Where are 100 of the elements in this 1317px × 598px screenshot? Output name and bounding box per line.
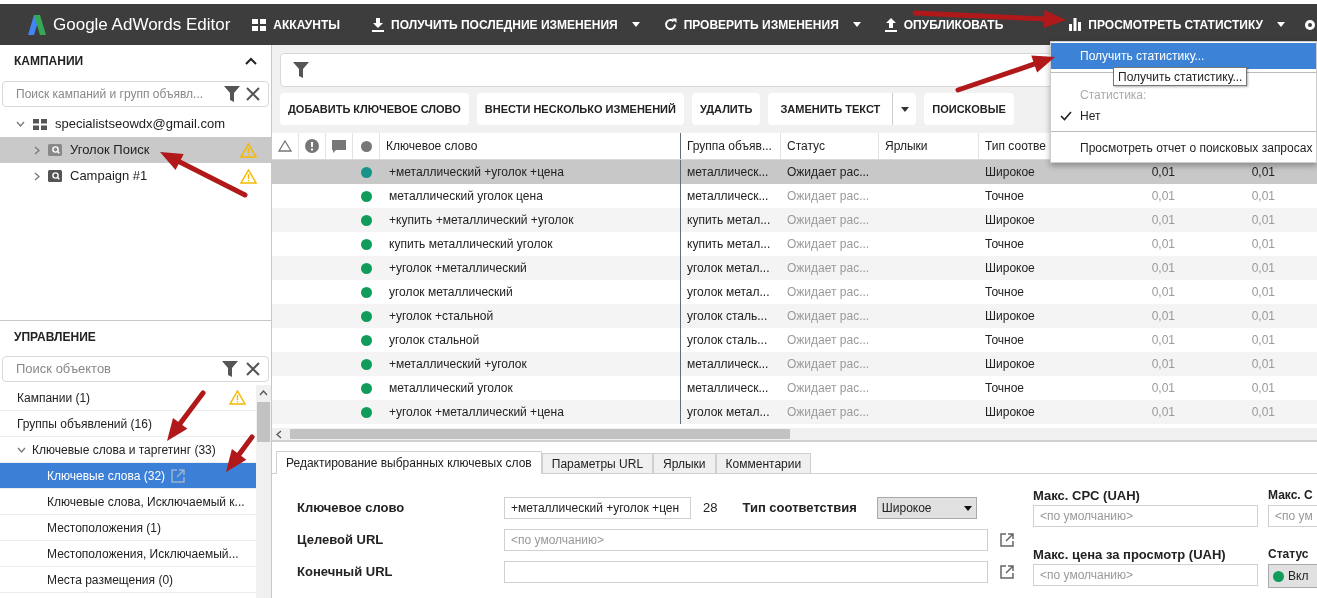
- input-field[interactable]: +металлический +уголок +цен: [504, 497, 691, 519]
- chevron-up-icon[interactable]: [245, 57, 257, 65]
- select-field[interactable]: Широкое: [876, 497, 977, 519]
- toolbar-button[interactable]: ПОЛУЧИТЬ ПОСЛЕДНИЕ ИЗМЕНЕНИЯ: [360, 4, 628, 45]
- chevron-right-icon[interactable]: [34, 145, 40, 155]
- status-dot: [361, 190, 372, 202]
- toolbar-button[interactable]: АККАУНТЫ: [240, 4, 351, 45]
- external-link-icon[interactable]: [1000, 533, 1014, 547]
- dropdown-button[interactable]: [892, 93, 917, 125]
- character-count: 28: [703, 499, 718, 518]
- menu-item[interactable]: Получить статистику...: [1051, 43, 1316, 69]
- search-field[interactable]: Поиск кампаний и групп объявл...: [16, 85, 218, 103]
- comment-icon: [332, 139, 346, 153]
- toolbar-button[interactable]: ПРОВЕРИТЬ ИЗМЕНЕНИЯ: [651, 4, 849, 45]
- table-row[interactable]: +уголок +металлический +цена уголок метал... Ожидает рас... Широкое 0,01 0,01: [272, 400, 1317, 424]
- tree-item[interactable]: Campaign #1: [0, 163, 271, 189]
- scroll-up-icon[interactable]: [259, 390, 268, 396]
- tab[interactable]: Параметры URL: [541, 453, 654, 473]
- table-cell: 0,01: [1251, 285, 1275, 299]
- table-row[interactable]: +металлический +уголок +цена металлическ... Ожидает рас... Широкое 0,01 0,01: [272, 160, 1317, 184]
- action-button[interactable]: ВНЕСТИ НЕСКОЛЬКО ИЗМЕНЕНИЙ: [476, 93, 684, 125]
- panel-title: КАМПАНИИ: [14, 53, 84, 70]
- scroll-thumb[interactable]: [257, 402, 270, 442]
- scroll-left-icon[interactable]: [276, 429, 282, 439]
- annotation-arrow: [167, 390, 206, 441]
- triangle-icon: [278, 140, 292, 152]
- table-row[interactable]: +металлический +уголок металлическ... Ожидает рас... Широкое 0,01 0,01: [272, 352, 1317, 376]
- action-button[interactable]: ЗАМЕНИТЬ ТЕКСТ: [768, 93, 893, 125]
- action-button[interactable]: ПОИСКОВЫЕ: [924, 93, 1014, 125]
- action-button[interactable]: ДОБАВИТЬ КЛЮЧЕВОЕ СЛОВО: [280, 93, 469, 125]
- list-label: Местоположения, Исключаемый...: [47, 545, 239, 563]
- menu-item[interactable]: Нет: [1051, 104, 1316, 128]
- list-item[interactable]: Ключевые слова (32): [0, 463, 256, 489]
- table-cell: 0,01: [1151, 213, 1175, 227]
- table-cell-text: металлический уголок: [388, 380, 514, 397]
- table-cell: 0,01: [1251, 381, 1275, 395]
- tab[interactable]: Ярлыки: [653, 453, 716, 473]
- column-header[interactable]: Ключевое слово: [380, 133, 681, 159]
- list-item[interactable]: Кампании (1): [0, 385, 256, 411]
- list-label: Группы объявлений (16): [17, 415, 152, 433]
- upload-icon: [884, 17, 897, 32]
- external-link-icon[interactable]: [1000, 565, 1014, 579]
- chevron-down-icon[interactable]: [17, 446, 26, 453]
- search-bar[interactable]: Поиск кампаний и групп объявл...: [2, 81, 269, 107]
- tab[interactable]: Комментарии: [715, 453, 812, 473]
- input-field[interactable]: <по ум: [1268, 505, 1317, 527]
- toolbar-button[interactable]: ПРОСМОТРЕТЬ СТАТИСТИКУ: [1057, 4, 1273, 45]
- chevron-down-icon[interactable]: [16, 121, 25, 127]
- table-cell: Ожидает рас...: [787, 213, 870, 227]
- table-cell: уголок метал...: [687, 285, 770, 299]
- grid-icon: [252, 18, 267, 31]
- status-dot: [361, 334, 372, 346]
- input-field[interactable]: <по умолчанию>: [1033, 505, 1258, 527]
- list-label: Ключевые слова, Исключаемый к...: [47, 493, 245, 511]
- table-cell-text: +уголок +металлический: [388, 260, 528, 277]
- annotation-arrow: [226, 434, 255, 472]
- table-cell: Точное: [985, 285, 1025, 299]
- field-label: Ключевое слово: [297, 499, 406, 518]
- action-button[interactable]: УДАЛИТЬ: [691, 93, 761, 125]
- tree-item[interactable]: Уголок Поиск: [0, 137, 271, 163]
- list-item[interactable]: Местоположения (1): [0, 515, 256, 541]
- table-cell: 0,01: [1151, 189, 1175, 203]
- column-header[interactable]: Группа объяв...: [681, 133, 781, 159]
- input-field[interactable]: <по умолчанию>: [504, 529, 988, 551]
- table-cell: уголок сталь...: [687, 333, 768, 347]
- table-cell: 0,01: [1251, 261, 1275, 275]
- table-cell: уголок сталь...: [687, 309, 768, 323]
- scroll-thumb[interactable]: [290, 429, 790, 439]
- search-bar[interactable]: Поиск объектов: [2, 356, 269, 382]
- list-item[interactable]: Местоположения, Исключаемый...: [0, 541, 256, 567]
- caret-icon: [900, 106, 909, 112]
- status-button[interactable]: Вкл: [1268, 564, 1317, 588]
- table-cell: 0,01: [1151, 237, 1175, 251]
- table-cell: 0,01: [1251, 165, 1275, 179]
- status-dot: [361, 262, 372, 274]
- field-label: Конечный URL: [297, 563, 394, 582]
- table-cell: 0,01: [1151, 381, 1175, 395]
- table-cell: Точное: [985, 333, 1025, 347]
- list-item[interactable]: Места размещения (0): [0, 567, 256, 593]
- close-icon[interactable]: [246, 87, 260, 101]
- table-row[interactable]: +уголок +металлический уголок метал... Ожидает рас... Широкое 0,01 0,01: [272, 256, 1317, 280]
- table-row[interactable]: +купить +металлический +уголок купить метал... Ожидает рас... Широкое 0,01 0,01: [272, 208, 1317, 232]
- table-row[interactable]: +уголок +стальной уголок сталь... Ожидает рас... Широкое 0,01 0,01: [272, 304, 1317, 328]
- table-cell-text: +уголок +металлический +цена: [388, 404, 565, 421]
- table-cell: 0,01: [1151, 285, 1175, 299]
- table-cell: Широкое: [985, 165, 1035, 179]
- input-field[interactable]: [504, 561, 988, 583]
- table-cell: металлическ...: [687, 357, 769, 371]
- column-header[interactable]: Статус: [781, 133, 879, 159]
- list-item[interactable]: Ключевые слова, Исключаемый к...: [0, 489, 256, 515]
- search-field[interactable]: Поиск объектов: [16, 359, 214, 379]
- tab[interactable]: Редактирование выбранных ключевых слов: [276, 451, 542, 474]
- input-field[interactable]: <по умолчанию>: [1033, 564, 1258, 586]
- toolbar-button[interactable]: ОПУБЛИКОВАТЬ: [872, 4, 1014, 45]
- column-header[interactable]: Ярлыки: [879, 133, 979, 159]
- chevron-right-icon[interactable]: [34, 171, 40, 181]
- status-dot: [361, 382, 372, 394]
- close-icon[interactable]: [246, 362, 260, 376]
- tree-item[interactable]: specialistseowdx@gmail.com: [0, 111, 271, 137]
- table-cell: Ожидает рас...: [787, 261, 870, 275]
